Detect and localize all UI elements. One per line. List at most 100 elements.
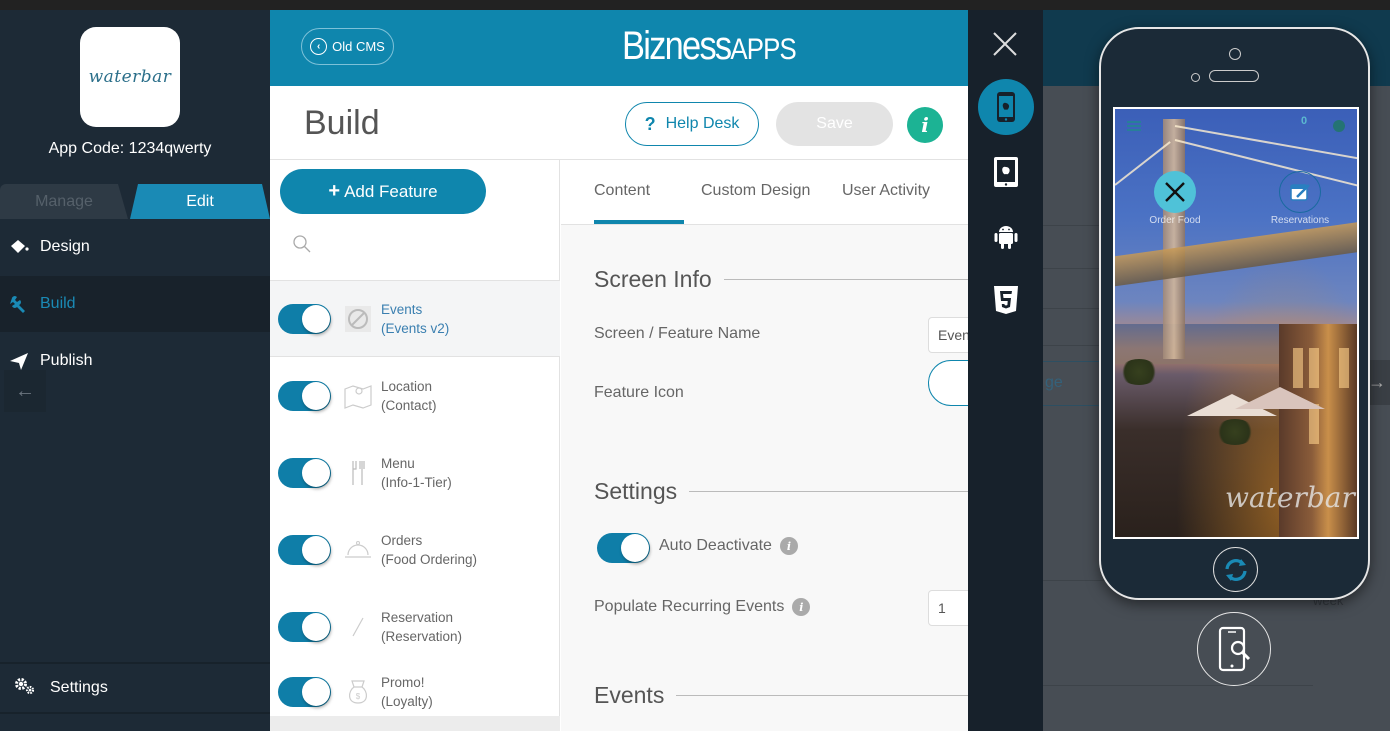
android-preview-button[interactable] bbox=[978, 208, 1034, 264]
feature-icon-label: Feature Icon bbox=[594, 384, 684, 402]
section-title-text: Events bbox=[594, 682, 665, 708]
events-icon bbox=[344, 305, 372, 333]
calendar-edit-icon bbox=[1279, 171, 1321, 213]
section-title-events: Events bbox=[594, 682, 968, 709]
chevron-left-icon: ‹ bbox=[310, 38, 328, 55]
feature-name-input[interactable]: Events bbox=[928, 317, 968, 353]
sidebar-item-label: Build bbox=[40, 295, 76, 312]
refresh-preview-button[interactable] bbox=[1213, 547, 1258, 592]
help-desk-button[interactable]: ? Help Desk bbox=[625, 102, 759, 146]
feature-name: Promo! bbox=[381, 674, 425, 690]
search-icon[interactable] bbox=[292, 234, 312, 259]
feature-text: Menu (Info-1-Tier) bbox=[381, 454, 452, 492]
divider bbox=[1043, 268, 1103, 269]
inspect-preview-button[interactable] bbox=[1197, 612, 1271, 686]
tab-manage[interactable]: Manage bbox=[0, 184, 128, 219]
html5-preview-button[interactable] bbox=[978, 272, 1034, 328]
feature-type: (Contact) bbox=[381, 397, 437, 413]
phone-search-icon bbox=[1218, 626, 1251, 672]
tab-user-activity[interactable]: User Activity bbox=[842, 182, 930, 200]
phone-screen[interactable]: 0 Order Food Reservations waterbar bbox=[1113, 107, 1359, 539]
paper-plane-icon bbox=[8, 350, 30, 372]
ipad-icon bbox=[994, 157, 1018, 187]
feature-item[interactable]: Events (Events v2) bbox=[270, 280, 560, 357]
tab-custom-design[interactable]: Custom Design bbox=[701, 182, 810, 200]
add-feature-button[interactable]: + Add Feature bbox=[280, 169, 486, 214]
tile-reservations[interactable]: Reservations bbox=[1260, 171, 1340, 226]
feature-text: Location (Contact) bbox=[381, 377, 437, 415]
iphone-preview-button[interactable] bbox=[978, 79, 1034, 135]
feature-toggle[interactable] bbox=[278, 611, 331, 642]
recurring-events-input[interactable]: 1 bbox=[928, 590, 968, 626]
map-pin-icon bbox=[344, 382, 372, 410]
android-icon bbox=[994, 226, 1018, 249]
info-icon[interactable]: i bbox=[907, 107, 943, 143]
feature-toggle[interactable] bbox=[278, 303, 331, 334]
svg-text:$: $ bbox=[356, 692, 361, 701]
html5-icon bbox=[994, 286, 1018, 314]
close-icon[interactable] bbox=[988, 27, 1022, 61]
feature-toggle[interactable] bbox=[278, 676, 331, 707]
info-icon[interactable]: i bbox=[779, 537, 798, 555]
arrow-left-icon[interactable]: ← bbox=[4, 370, 46, 412]
sidebar-item-design[interactable]: Design bbox=[0, 219, 270, 275]
feature-icon-picker[interactable] bbox=[928, 360, 968, 406]
list-footer bbox=[270, 716, 560, 731]
divider bbox=[1043, 225, 1103, 226]
label-text: Populate Recurring Events bbox=[594, 598, 785, 615]
wrench-icon bbox=[8, 293, 30, 315]
feature-name-label: Screen / Feature Name bbox=[594, 325, 760, 343]
tab-content[interactable]: Content bbox=[594, 182, 650, 200]
label-text: Feature Icon bbox=[594, 384, 684, 401]
feature-item[interactable]: Menu (Info-1-Tier) bbox=[270, 434, 560, 511]
feature-name: Reservation bbox=[381, 609, 454, 625]
feature-editor: Content Custom Design User Activity Scre… bbox=[561, 160, 968, 731]
brand-main: Bizness bbox=[622, 24, 732, 68]
sidebar-item-label: Publish bbox=[40, 352, 93, 369]
brand-logo: BiznessAPPS bbox=[622, 24, 797, 69]
phone-camera bbox=[1229, 48, 1241, 60]
feature-toggle[interactable] bbox=[278, 534, 331, 565]
feature-type: (Info-1-Tier) bbox=[381, 474, 452, 490]
section-title-text: Settings bbox=[594, 478, 678, 504]
editor-tabs: Content Custom Design User Activity bbox=[561, 160, 968, 225]
build-panel: ‹ Old CMS BiznessAPPS Build ? Help Desk … bbox=[270, 10, 968, 731]
auto-deactivate-toggle[interactable] bbox=[597, 533, 650, 563]
mode-tabs: Manage Edit bbox=[0, 184, 270, 219]
screen-logo: waterbar bbox=[1225, 481, 1355, 514]
feature-name: Location bbox=[381, 378, 433, 394]
app-logo[interactable]: waterbar bbox=[80, 27, 180, 127]
sidebar-item-build[interactable]: Build bbox=[0, 276, 270, 332]
feature-text: Events (Events v2) bbox=[381, 300, 449, 338]
refresh-icon bbox=[1224, 558, 1247, 581]
ipad-preview-button[interactable] bbox=[978, 144, 1034, 200]
active-tab-indicator bbox=[594, 220, 684, 224]
feature-toggle[interactable] bbox=[278, 457, 331, 488]
phone-sensor bbox=[1191, 73, 1200, 82]
brand-suffix: APPS bbox=[730, 33, 796, 66]
plus-icon: + bbox=[328, 180, 341, 202]
feature-text: Promo! (Loyalty) bbox=[381, 673, 433, 711]
divider bbox=[1043, 685, 1313, 686]
feature-name: Orders bbox=[381, 532, 423, 548]
feature-type: (Reservation) bbox=[381, 628, 463, 644]
question-icon: ? bbox=[644, 113, 656, 134]
feature-toggle[interactable] bbox=[278, 380, 331, 411]
feature-type: (Loyalty) bbox=[381, 693, 433, 709]
tile-order-food[interactable]: Order Food bbox=[1135, 171, 1215, 226]
feature-item[interactable]: Location (Contact) bbox=[270, 357, 560, 434]
tile-label: Reservations bbox=[1270, 215, 1330, 226]
feature-item[interactable]: Orders (Food Ordering) bbox=[270, 511, 560, 588]
page-title: Build bbox=[304, 104, 380, 142]
tab-edit[interactable]: Edit bbox=[130, 184, 270, 219]
info-icon[interactable]: i bbox=[792, 598, 811, 616]
sidebar-item-settings[interactable]: Settings bbox=[0, 662, 270, 714]
hamburger-menu-icon[interactable] bbox=[1127, 121, 1141, 131]
fork-knife-cross-icon bbox=[1154, 171, 1196, 213]
save-button[interactable]: Save bbox=[776, 102, 893, 146]
brand-header: ‹ Old CMS BiznessAPPS bbox=[270, 10, 968, 86]
old-cms-button[interactable]: ‹ Old CMS bbox=[301, 28, 394, 65]
paint-bucket-icon bbox=[8, 236, 30, 258]
recurring-events-label: Populate Recurring Events i bbox=[594, 598, 811, 616]
bridge-cable bbox=[1174, 125, 1357, 160]
